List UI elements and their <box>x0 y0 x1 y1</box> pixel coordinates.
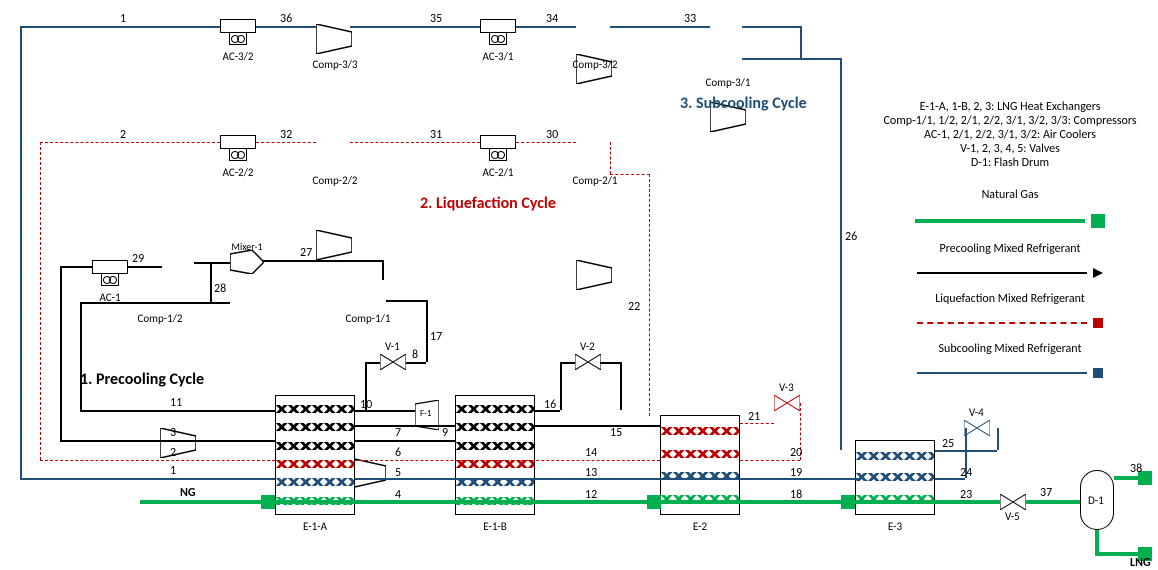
stream-28: 28 <box>214 282 226 296</box>
glossary-line-4: D-1: Flash Drum <box>880 156 1140 170</box>
c32-label: Comp-3/2 <box>565 58 625 71</box>
glossary: E-1-A, 1-B, 2, 3: LNG Heat Exchangers Co… <box>880 100 1140 378</box>
stream-38: 38 <box>1130 462 1142 476</box>
c12-label: Comp-1/2 <box>130 312 190 325</box>
c21-label: Comp-2/1 <box>565 174 625 187</box>
stream-18: 18 <box>790 488 802 502</box>
stream-13: 13 <box>585 466 597 480</box>
stream-2a: 2 <box>120 128 126 142</box>
stream-30: 30 <box>546 128 558 142</box>
ac21-label: AC-2/1 <box>468 166 528 179</box>
air-cooler-icon <box>480 19 516 47</box>
air-cooler-icon <box>92 260 128 288</box>
stream-26: 26 <box>845 230 857 244</box>
stream-7: 7 <box>395 426 401 440</box>
lng-label: LNG <box>1130 556 1151 570</box>
f1-label: F-1 <box>420 408 431 419</box>
stream-4: 4 <box>395 488 401 502</box>
stream-33: 33 <box>684 12 696 26</box>
stream-35: 35 <box>430 12 442 26</box>
heat-exchanger-e1b <box>455 395 535 515</box>
e1a-label: E-1-A <box>285 520 345 533</box>
stream-22: 22 <box>628 300 640 314</box>
air-cooler-icon <box>220 19 256 47</box>
valve-v1 <box>380 354 406 370</box>
stream-15: 15 <box>610 426 622 440</box>
stream-31: 31 <box>430 128 442 142</box>
legend-ng-label: Natural Gas <box>880 188 1140 202</box>
valve-v5 <box>1000 494 1026 510</box>
legend-liq-label: Liquefaction Mixed Refrigerant <box>880 292 1140 306</box>
stream-25: 25 <box>942 437 954 451</box>
e1b-label: E-1-B <box>465 520 525 533</box>
e3-label: E-3 <box>865 520 925 533</box>
stream-23: 23 <box>960 488 972 502</box>
stream-2b: 2 <box>170 446 176 460</box>
compressor-icon <box>316 230 352 260</box>
stream-21: 21 <box>748 410 760 424</box>
stream-3: 3 <box>170 426 176 440</box>
ac32-label: AC-3/2 <box>208 50 268 63</box>
ng-label: NG <box>180 486 196 500</box>
stream-19: 19 <box>790 466 802 480</box>
valve-v2 <box>575 354 601 370</box>
air-cooler-icon <box>220 135 256 163</box>
c22-label: Comp-2/2 <box>305 174 365 187</box>
ac31-label: AC-3/1 <box>468 50 528 63</box>
valve-v3 <box>774 395 800 411</box>
c33-label: Comp-3/3 <box>305 58 365 71</box>
stream-36: 36 <box>280 12 292 26</box>
mixer-icon <box>230 250 264 278</box>
compressor-icon <box>160 428 196 458</box>
legend-sub-label: Subcooling Mixed Refrigerant <box>880 342 1140 356</box>
stream-37: 37 <box>1040 486 1052 500</box>
v4-label: V-4 <box>969 406 984 419</box>
stream-34: 34 <box>546 12 558 26</box>
precooling-title: 1. Precooling Cycle <box>80 370 204 389</box>
liquefaction-title: 2. Liquefaction Cycle <box>420 194 556 213</box>
stream-1b: 1 <box>170 464 176 478</box>
valve-v4 <box>964 420 990 436</box>
v5-label: V-5 <box>1005 510 1020 523</box>
mixer1-label: Mixer-1 <box>217 240 277 253</box>
glossary-line-2: AC-1, 2/1, 2/2, 3/1, 3/2: Air Coolers <box>880 128 1140 142</box>
stream-27: 27 <box>300 246 312 260</box>
stream-5: 5 <box>395 466 401 480</box>
stream-17: 17 <box>430 330 442 344</box>
air-cooler-icon <box>480 135 516 163</box>
stream-16: 16 <box>544 398 556 412</box>
ac22-label: AC-2/2 <box>208 166 268 179</box>
stream-20: 20 <box>790 446 802 460</box>
stream-9: 9 <box>442 426 448 440</box>
compressor-icon <box>316 24 352 54</box>
stream-8: 8 <box>412 348 418 362</box>
glossary-line-3: V-1, 2, 3, 4, 5: Valves <box>880 142 1140 156</box>
d1-label: D-1 <box>1088 494 1104 507</box>
subcooling-title: 3. Subcooling Cycle <box>680 94 807 113</box>
stream-10: 10 <box>360 398 372 412</box>
stream-29: 29 <box>132 252 144 266</box>
stream-1: 1 <box>120 12 126 26</box>
compressor-icon <box>350 458 386 488</box>
stream-6: 6 <box>395 446 401 460</box>
stream-14: 14 <box>585 446 597 460</box>
stream-12: 12 <box>585 488 597 502</box>
e2-label: E-2 <box>670 520 730 533</box>
stream-11: 11 <box>170 396 182 410</box>
v1-label: V-1 <box>385 340 400 353</box>
c11-label: Comp-1/1 <box>338 312 398 325</box>
v3-label: V-3 <box>779 381 794 394</box>
stream-32: 32 <box>280 128 292 142</box>
heat-exchanger-e1a <box>275 395 355 515</box>
legend-pre-label: Precooling Mixed Refrigerant <box>880 242 1140 256</box>
c31-label: Comp-3/1 <box>698 76 758 89</box>
glossary-line-1: Comp-1/1, 1/2, 2/1, 2/2, 3/1, 3/2, 3/3: … <box>880 114 1140 128</box>
stream-24: 24 <box>960 466 972 480</box>
v2-label: V-2 <box>580 340 595 353</box>
compressor-icon <box>576 260 612 290</box>
glossary-line-0: E-1-A, 1-B, 2, 3: LNG Heat Exchangers <box>880 100 1140 114</box>
